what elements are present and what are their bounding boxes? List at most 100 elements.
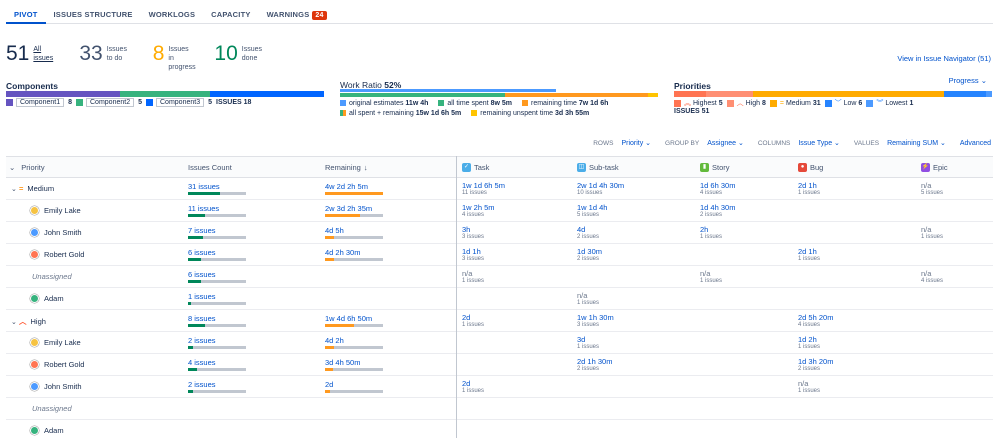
priority-medium-chip[interactable]: = Medium 31 — [769, 99, 821, 107]
issues-count-link[interactable]: 1 issues — [188, 292, 216, 301]
columns-dropdown[interactable]: Issue Type ⌄ — [798, 139, 840, 147]
issues-count-link[interactable]: 8 issues — [188, 314, 216, 323]
priority-low-chip[interactable]: ﹀ Low 6 — [824, 98, 862, 108]
assignee-row[interactable]: Unassigned — [6, 398, 993, 420]
collapse-chevron-icon[interactable]: ⌄ — [11, 318, 19, 326]
subtask-cell[interactable]: 4d 2 issues — [577, 225, 599, 241]
highest-segment[interactable] — [674, 91, 706, 97]
issues-count-link[interactable]: 6 issues — [188, 270, 216, 279]
task-cell[interactable]: 1w 2h 5m 4 issues — [462, 203, 495, 219]
tab-worklogs[interactable]: WORKLOGS — [141, 4, 204, 24]
subtask-column-header[interactable]: ◫ Sub-task — [577, 163, 619, 172]
issues-count-link[interactable]: 2 issues — [188, 336, 216, 345]
bug-column-header[interactable]: ● Bug — [798, 163, 823, 172]
group-by-dropdown[interactable]: Assignee ⌄ — [707, 139, 744, 147]
advanced-button[interactable]: Advanced — [960, 140, 991, 147]
task-cell[interactable]: 1w 1d 6h 5m 11 issues — [462, 181, 505, 197]
remaining-column-header[interactable]: Remaining ↓ — [325, 163, 368, 172]
medium-segment[interactable] — [753, 91, 945, 97]
component3-segment[interactable] — [209, 91, 324, 97]
bug-cell[interactable]: 1d 2h 1 issues — [798, 335, 820, 351]
bug-cell[interactable]: n/a 1 issues — [798, 379, 820, 395]
subtask-cell[interactable]: 1d 30m 2 issues — [577, 247, 602, 263]
issues-count-link[interactable]: 4 issues — [188, 358, 216, 367]
tab-pivot[interactable]: PIVOT — [6, 4, 46, 24]
component1-segment[interactable] — [6, 91, 121, 97]
high-segment[interactable] — [705, 91, 754, 97]
component2-segment[interactable] — [120, 91, 210, 97]
assignee-row[interactable]: Unassigned 6 issues n/a 1 issues n/a 1 issues… — [6, 266, 993, 288]
subtask-cell[interactable]: 1w 1h 30m 3 issues — [577, 313, 614, 329]
bug-cell[interactable]: 2d 1h 1 issues — [798, 181, 820, 197]
priorities-view-dropdown[interactable]: Progress ⌄ — [949, 76, 987, 85]
story-column-header[interactable]: ▮ Story — [700, 163, 730, 172]
remaining-value-link[interactable]: 4d 5h — [325, 226, 344, 235]
bug-cell[interactable]: 2d 1h 1 issues — [798, 247, 820, 263]
subtask-cell[interactable]: 3d 1 issues — [577, 335, 599, 351]
issues-count-link[interactable]: 2 issues — [188, 380, 216, 389]
task-cell[interactable]: n/a 1 issues — [462, 269, 484, 285]
bug-cell[interactable]: 2d 5h 20m 4 issues — [798, 313, 833, 329]
component2-chip[interactable]: Component2 5 — [76, 98, 142, 107]
remaining-value-link[interactable]: 4w 2d 2h 5m — [325, 182, 368, 191]
collapse-chevron-icon[interactable]: ⌄ — [11, 185, 19, 193]
assignee-row[interactable]: Robert Gold 4 issues 3d 4h 50m 2d 1h 30m 2 i… — [6, 354, 993, 376]
values-dropdown[interactable]: Remaining SUM ⌄ — [887, 139, 946, 147]
task-cell[interactable]: 2d 1 issues — [462, 379, 484, 395]
task-cell[interactable]: 1d 1h 3 issues — [462, 247, 484, 263]
epic-column-header[interactable]: ⚡ Epic — [921, 163, 948, 172]
subtask-cell[interactable]: 1w 1d 4h 5 issues — [577, 203, 607, 219]
low-segment[interactable] — [944, 91, 986, 97]
view-in-issue-navigator-link[interactable]: View in Issue Navigator (51) — [897, 54, 991, 63]
tab-issues-structure[interactable]: ISSUES STRUCTURE — [46, 4, 141, 24]
issues-count-link[interactable]: 11 issues — [188, 204, 219, 213]
stat-todo[interactable]: 33 Issues to do — [79, 43, 140, 64]
epic-cell[interactable]: n/a 4 issues — [921, 269, 943, 285]
stat-done[interactable]: 10 Issues done — [214, 43, 275, 64]
epic-cell[interactable]: n/a 5 issues — [921, 181, 943, 197]
stat-all-issues[interactable]: 51 All issues — [6, 43, 67, 64]
subtask-cell[interactable]: 2d 1h 30m 2 issues — [577, 357, 612, 373]
task-column-header[interactable]: ✓ Task — [462, 163, 489, 172]
priority-column-header[interactable]: ⌄ Priority — [9, 163, 45, 172]
task-cell[interactable]: 2d 1 issues — [462, 313, 484, 329]
assignee-row[interactable]: John Smith 7 issues 4d 5h 3h 3 issues 4d 2 iss… — [6, 222, 993, 244]
rows-dropdown[interactable]: Priority ⌄ — [621, 139, 651, 147]
assignee-row[interactable]: Adam — [6, 420, 993, 438]
issues-count-link[interactable]: 6 issues — [188, 248, 216, 257]
subtask-cell[interactable]: n/a 1 issues — [577, 291, 599, 307]
priority-highest-chip[interactable]: ︽ Highest 5 — [674, 98, 723, 108]
priority-group-row[interactable]: ⌄ ︿ High 8 issues 1w 4d 6h 50m 2d 1 issues 1w 1… — [6, 310, 993, 332]
priority-lowest-chip[interactable]: ︾ Lowest 1 — [866, 98, 913, 108]
task-cell[interactable]: 3h 3 issues — [462, 225, 484, 241]
story-cell[interactable]: 1d 4h 30m 2 issues — [700, 203, 735, 219]
assignee-row[interactable]: Emily Lake 11 issues 2w 3d 2h 35m 1w 2h 5m 4… — [6, 200, 993, 222]
component3-chip[interactable]: Component3 5 — [146, 98, 212, 107]
remaining-value-link[interactable]: 2d — [325, 380, 333, 389]
story-cell[interactable]: n/a 1 issues — [700, 269, 722, 285]
remaining-value-link[interactable]: 4d 2h 30m — [325, 248, 360, 257]
issues-count-link[interactable]: 31 issues — [188, 182, 220, 191]
issues-count-column-header[interactable]: Issues Count — [188, 163, 232, 172]
assignee-row[interactable]: Robert Gold 6 issues 4d 2h 30m 1d 1h 3 issue… — [6, 244, 993, 266]
stat-in-progress[interactable]: 8 Issues in progress — [153, 43, 203, 72]
remaining-value-link[interactable]: 3d 4h 50m — [325, 358, 360, 367]
priority-group-row[interactable]: ⌄ = Medium 31 issues 4w 2d 2h 5m 1w 1d 6h 5m 1… — [6, 178, 993, 200]
epic-cell[interactable]: n/a 1 issues — [921, 225, 943, 241]
tab-capacity[interactable]: CAPACITY — [203, 4, 258, 24]
assignee-row[interactable]: Emily Lake 2 issues 4d 2h 3d 1 issues 1d 2h 1 … — [6, 332, 993, 354]
story-cell[interactable]: 1d 6h 30m 4 issues — [700, 181, 735, 197]
component1-chip[interactable]: Component1 8 — [6, 98, 72, 107]
assignee-row[interactable]: Adam 1 issues n/a 1 issues — [6, 288, 993, 310]
remaining-value-link[interactable]: 1w 4d 6h 50m — [325, 314, 372, 323]
subtask-cell[interactable]: 2w 1d 4h 30m 10 issues — [577, 181, 624, 197]
remaining-value-link[interactable]: 2w 3d 2h 35m — [325, 204, 372, 213]
story-cell[interactable]: 2h 1 issues — [700, 225, 722, 241]
priority-high-chip[interactable]: ︿ High 8 — [726, 98, 766, 108]
tab-warnings[interactable]: WARNINGS 24 — [259, 4, 335, 24]
expand-all-icon[interactable]: ⌄ — [9, 163, 15, 172]
lowest-segment[interactable] — [985, 91, 992, 97]
bug-cell[interactable]: 1d 3h 20m 2 issues — [798, 357, 833, 373]
remaining-value-link[interactable]: 4d 2h — [325, 336, 344, 345]
issues-count-link[interactable]: 7 issues — [188, 226, 216, 235]
